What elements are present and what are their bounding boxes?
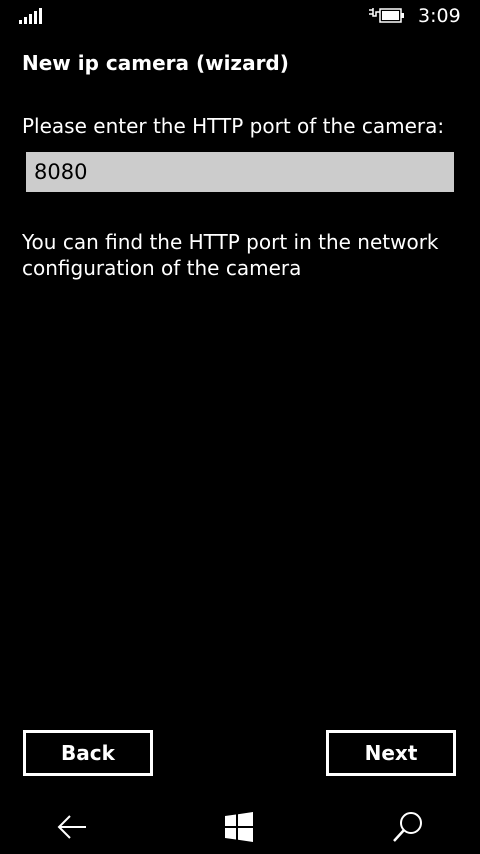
windows-start-icon[interactable]: [222, 810, 256, 844]
back-button[interactable]: Back: [23, 730, 153, 776]
next-button[interactable]: Next: [326, 730, 456, 776]
status-time: 3:09: [418, 5, 461, 27]
battery-charging-icon: [369, 8, 404, 23]
signal-strength-icon: [19, 8, 42, 24]
http-port-input[interactable]: [26, 152, 454, 192]
back-arrow-icon[interactable]: [55, 810, 89, 844]
status-bar: 3:09: [0, 0, 480, 32]
page-title: New ip camera (wizard): [22, 51, 289, 75]
search-icon[interactable]: [391, 810, 425, 844]
navigation-bar: [0, 800, 480, 854]
port-prompt-label: Please enter the HTTP port of the camera…: [22, 114, 445, 138]
port-help-text: You can find the HTTP port in the networ…: [22, 230, 439, 280]
